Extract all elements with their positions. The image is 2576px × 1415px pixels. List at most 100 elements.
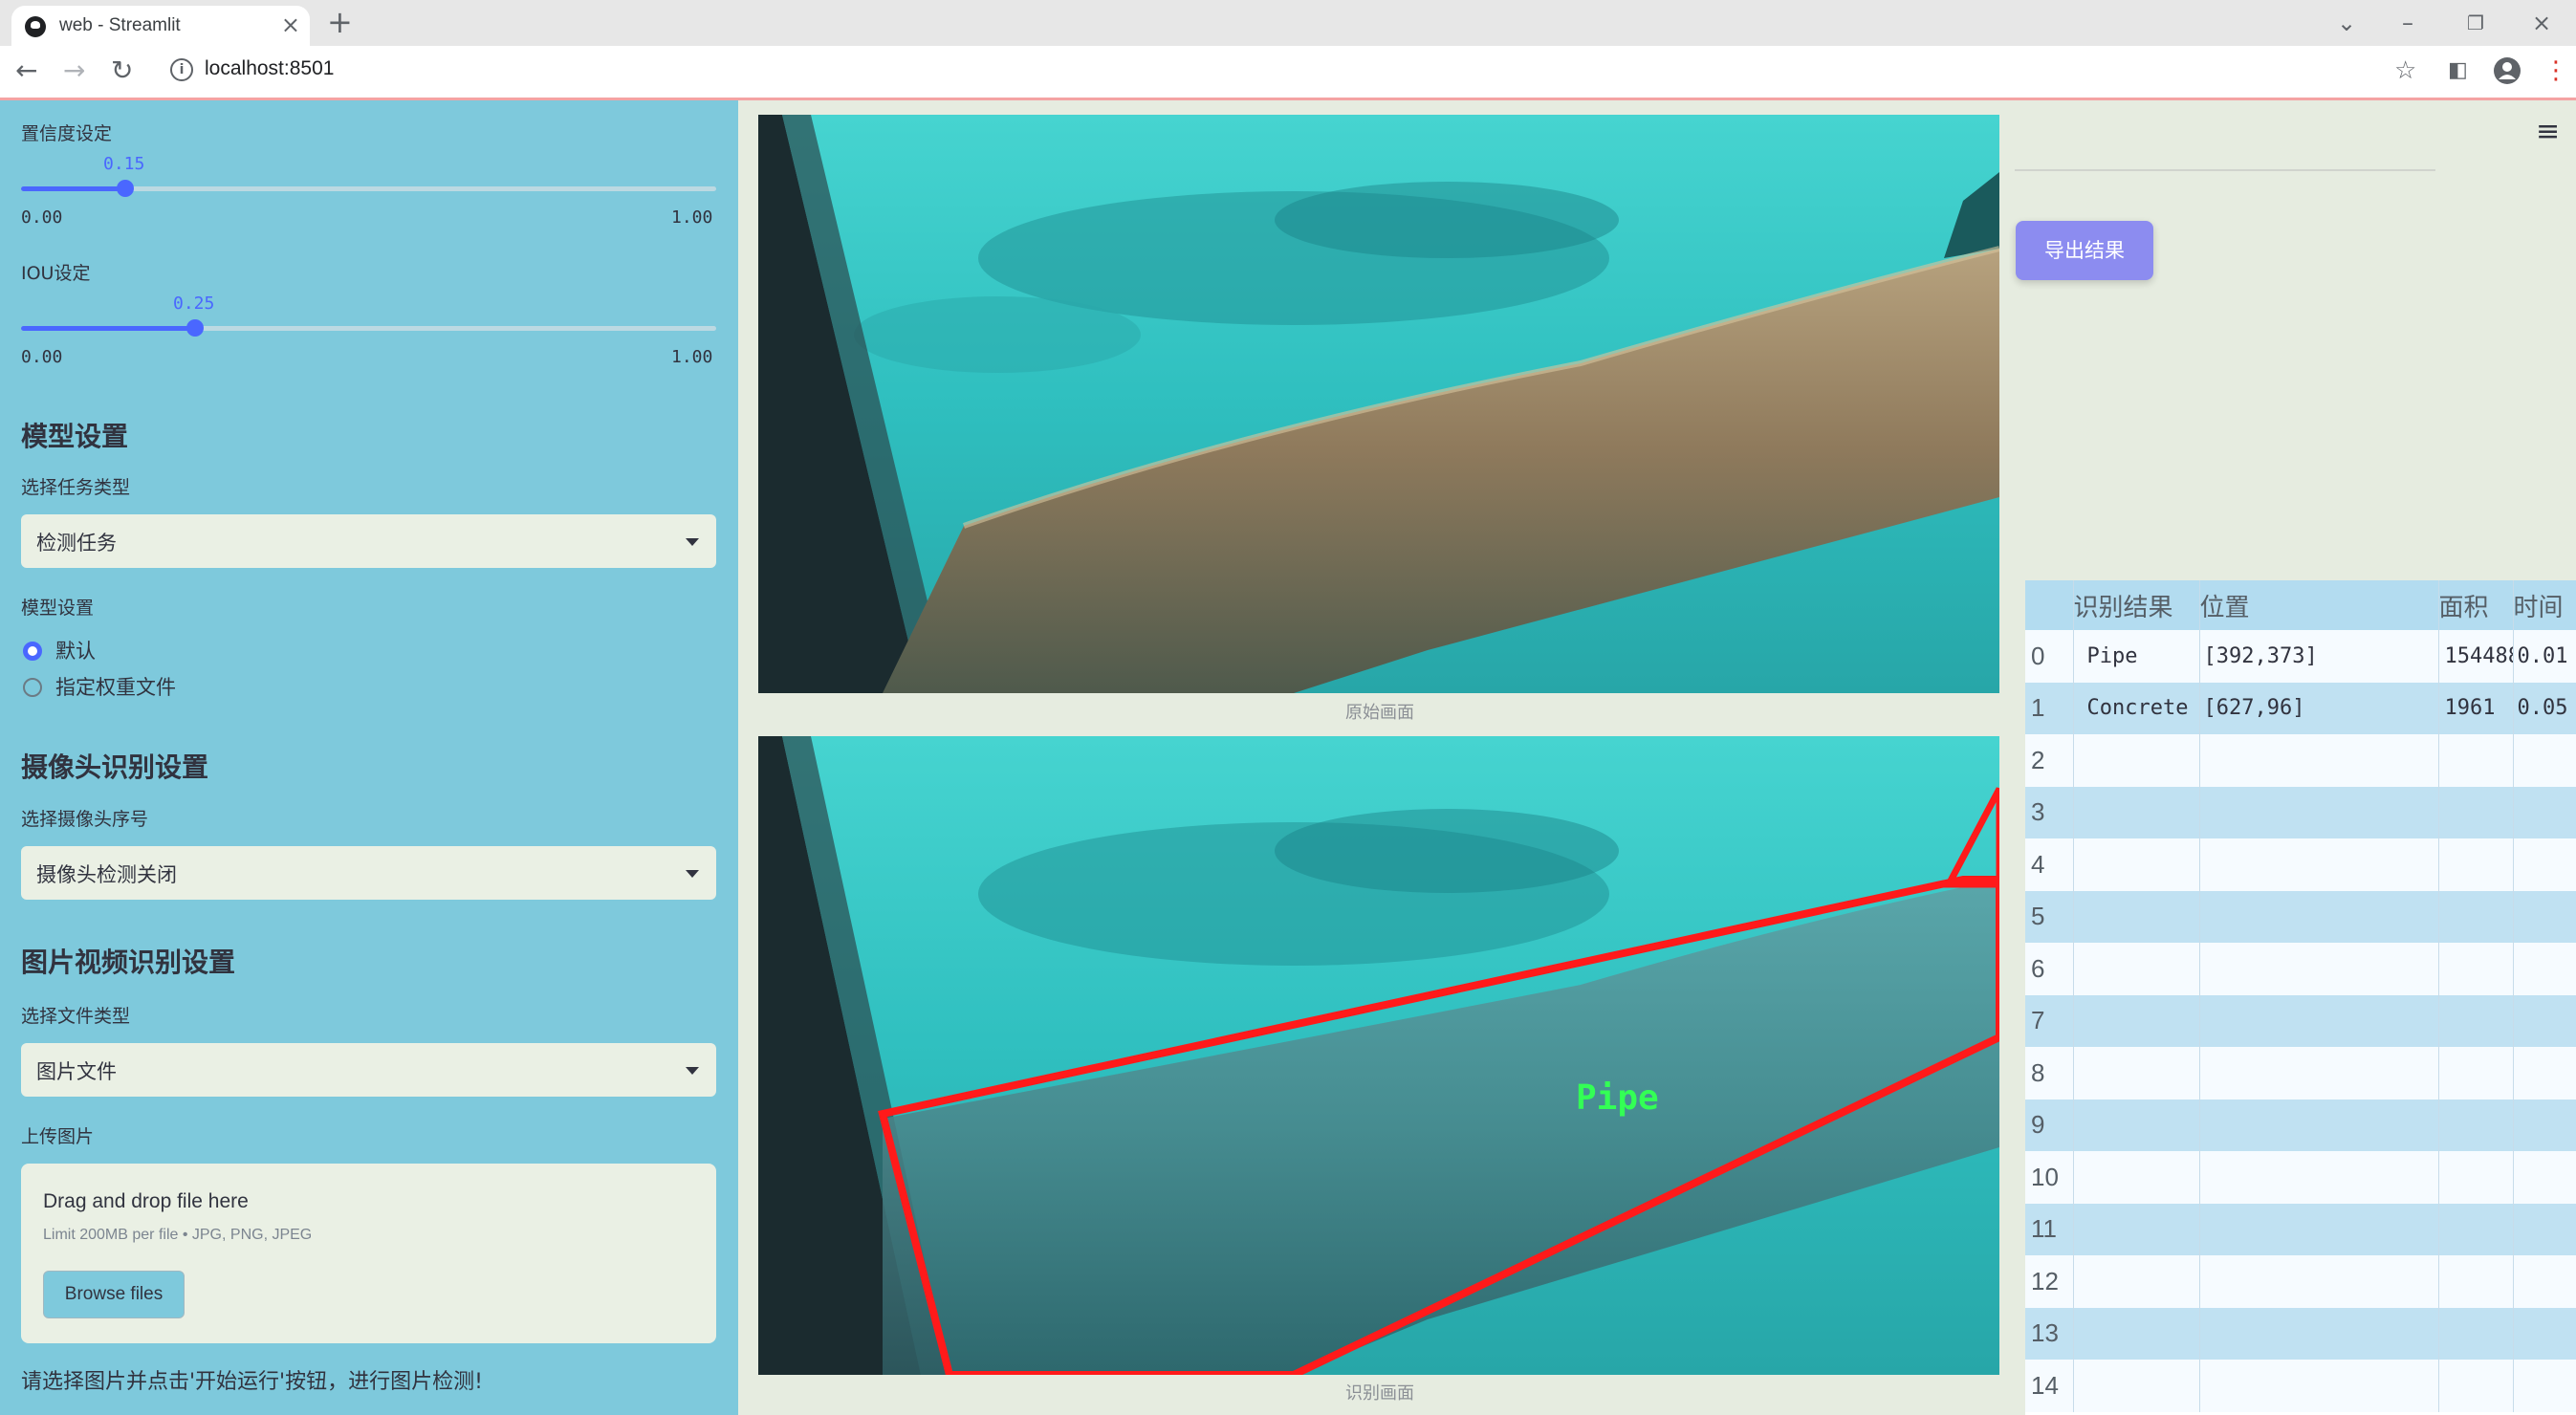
confidence-slider-fill: [21, 186, 125, 191]
radio-default-label[interactable]: 默认: [55, 636, 96, 664]
table-row[interactable]: 14: [2025, 1360, 2576, 1412]
cell-position: [2199, 1099, 2439, 1151]
browser-toolbar: ← → ↻ i localhost:8501 ☆ ◧ ⋮: [0, 46, 2576, 98]
radio-default[interactable]: [23, 642, 42, 661]
close-tab-icon[interactable]: ×: [281, 12, 300, 37]
bookmark-star-icon[interactable]: ☆: [2394, 55, 2416, 86]
row-index: 8: [2025, 1047, 2074, 1099]
instruction-hint: 请选择图片并点击'开始运行'按钮，进行图片检测!: [21, 1370, 483, 1394]
hamburger-menu-icon[interactable]: ≡: [2536, 118, 2560, 146]
table-row[interactable]: 3: [2025, 786, 2576, 838]
confidence-slider[interactable]: [21, 180, 716, 197]
model-label: 模型设置: [21, 598, 95, 619]
position-column-header[interactable]: 位置: [2199, 580, 2439, 630]
file-dropzone[interactable]: Drag and drop file here Limit 200MB per …: [21, 1164, 716, 1343]
cell-time: [2513, 1047, 2576, 1099]
cell-result: [2073, 1151, 2200, 1204]
result-image: Pipe: [758, 736, 1999, 1375]
divider: [2015, 169, 2435, 171]
browser-tab[interactable]: web - Streamlit ×: [11, 6, 310, 46]
result-column-header[interactable]: 识别结果: [2073, 580, 2200, 630]
confidence-min: 0.00: [21, 207, 63, 228]
cell-position: [392,373]: [2199, 630, 2439, 683]
table-row[interactable]: 7: [2025, 994, 2576, 1047]
cell-position: [2199, 1151, 2439, 1204]
back-icon[interactable]: ←: [15, 54, 37, 87]
browse-files-button[interactable]: Browse files: [43, 1271, 185, 1318]
time-column-header[interactable]: 时间: [2513, 580, 2576, 630]
row-index: 9: [2025, 1099, 2074, 1151]
table-row[interactable]: 0Pipe[392,373]1544880.01: [2025, 630, 2576, 683]
cell-position: [627,96]: [2199, 682, 2439, 734]
result-image-caption: 识别画面: [1345, 1383, 1414, 1404]
table-row[interactable]: 1Concrete Mat[627,96]19610.05: [2025, 682, 2576, 734]
table-row[interactable]: 8: [2025, 1047, 2576, 1099]
cell-result: [2073, 786, 2200, 838]
file-type-select[interactable]: 图片文件: [21, 1043, 716, 1097]
browser-menu-icon[interactable]: ⋮: [2543, 55, 2568, 86]
cell-area: [2438, 786, 2514, 838]
side-panel-icon[interactable]: ◧: [2448, 55, 2468, 86]
new-tab-icon[interactable]: +: [327, 6, 353, 38]
iou-label: IOU设定: [21, 263, 91, 284]
row-index: 5: [2025, 890, 2074, 943]
row-index: 13: [2025, 1307, 2074, 1360]
file-type-value: 图片文件: [36, 1060, 117, 1083]
cell-area: [2438, 1255, 2514, 1308]
table-row[interactable]: 13: [2025, 1307, 2576, 1360]
iou-slider[interactable]: [21, 319, 716, 337]
cell-position: [2199, 1307, 2439, 1360]
model-settings-heading: 模型设置: [21, 421, 129, 452]
table-row[interactable]: 10: [2025, 1151, 2576, 1204]
iou-slider-thumb[interactable]: [186, 319, 204, 337]
area-column-header[interactable]: 面积: [2438, 580, 2514, 630]
iou-slider-fill: [21, 326, 195, 331]
chevron-down-icon: [686, 538, 699, 546]
radio-custom-weights[interactable]: [23, 678, 42, 697]
profile-avatar-icon[interactable]: [2492, 55, 2522, 86]
upload-label: 上传图片: [21, 1126, 95, 1147]
minimize-icon[interactable]: –: [2402, 4, 2413, 42]
export-results-button[interactable]: 导出结果: [2016, 221, 2153, 280]
cell-area: [2438, 943, 2514, 995]
cell-area: [2438, 1047, 2514, 1099]
forward-icon[interactable]: →: [63, 54, 85, 87]
cell-result: [2073, 1360, 2200, 1412]
table-row[interactable]: 6: [2025, 943, 2576, 995]
restore-icon[interactable]: ❐: [2467, 4, 2484, 42]
cell-time: [2513, 994, 2576, 1047]
media-settings-heading: 图片视频识别设置: [21, 947, 236, 978]
cell-result: [2073, 890, 2200, 943]
table-row[interactable]: 12: [2025, 1255, 2576, 1308]
address-bar[interactable]: localhost:8501: [205, 57, 334, 80]
table-row[interactable]: 4: [2025, 838, 2576, 891]
table-row[interactable]: 2: [2025, 734, 2576, 787]
radio-custom-weights-label[interactable]: 指定权重文件: [55, 672, 176, 701]
results-table[interactable]: 识别结果 位置 面积 时间 0Pipe[392,373]1544880.011C…: [2025, 580, 2576, 1415]
cell-area: [2438, 734, 2514, 787]
index-header: [2025, 580, 2074, 630]
confidence-max: 1.00: [671, 207, 713, 228]
table-row[interactable]: 9: [2025, 1099, 2576, 1151]
detection-label-pipe: Pipe: [1576, 1078, 1659, 1118]
cell-time: [2513, 943, 2576, 995]
streamlit-favicon-icon: [25, 16, 46, 37]
tab-title: web - Streamlit: [59, 15, 181, 35]
camera-select[interactable]: 摄像头检测关闭: [21, 846, 716, 900]
task-type-select[interactable]: 检测任务: [21, 514, 716, 568]
cell-position: [2199, 943, 2439, 995]
table-row[interactable]: 5: [2025, 890, 2576, 943]
reload-icon[interactable]: ↻: [111, 54, 133, 87]
table-row[interactable]: 11: [2025, 1203, 2576, 1255]
cell-result: [2073, 734, 2200, 787]
iou-value: 0.25: [173, 294, 215, 314]
camera-select-value: 摄像头检测关闭: [36, 863, 177, 886]
cell-time: [2513, 786, 2576, 838]
confidence-slider-thumb[interactable]: [117, 180, 134, 197]
tab-search-chevron-icon[interactable]: ⌄: [2337, 4, 2356, 42]
site-info-icon[interactable]: i: [170, 58, 193, 81]
close-window-icon[interactable]: ×: [2532, 4, 2551, 42]
cell-area: [2438, 1151, 2514, 1204]
sidebar: 置信度设定 0.15 0.00 1.00 IOU设定 0.25 0.00 1.0…: [0, 100, 738, 1415]
row-index: 6: [2025, 943, 2074, 995]
